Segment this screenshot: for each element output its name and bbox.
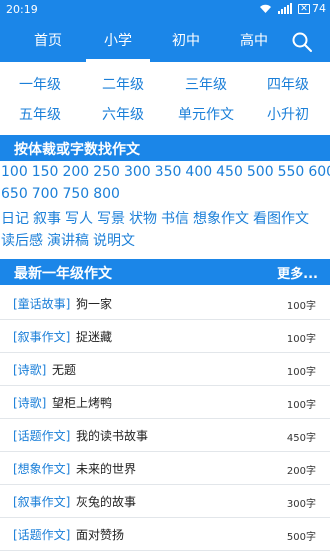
list-item[interactable]: [话题作文] 我的读书故事 450字 — [0, 419, 330, 452]
wifi-icon — [260, 4, 271, 13]
word-count-links-row2: 650 700 750 800 — [1, 186, 124, 202]
grade-link[interactable]: 五年级 — [0, 105, 80, 125]
word-count-links-row1: 100150200250300350400450500550600 — [1, 164, 330, 180]
list-item[interactable]: [叙事作文] 灰兔的故事 300字 — [0, 485, 330, 518]
word-count-link[interactable]: 200 — [62, 164, 89, 180]
grade-link[interactable]: 四年级 — [248, 75, 328, 95]
word-count-link[interactable]: 150 — [32, 164, 59, 180]
filter-header: 按体裁或字数找作文 — [0, 135, 330, 161]
article-category: [诗歌] — [13, 363, 47, 377]
article-title: 无题 — [52, 363, 77, 377]
word-count-link[interactable]: 750 — [62, 186, 89, 202]
article-title: 灰兔的故事 — [76, 495, 137, 509]
word-count-link[interactable]: 700 — [32, 186, 59, 202]
article-word-count: 100字 — [286, 334, 316, 345]
word-count-link[interactable]: 500 — [247, 164, 274, 180]
word-count-link[interactable]: 100 — [1, 164, 28, 180]
genre-link[interactable]: 读后感 — [1, 233, 43, 249]
status-bar: 20:19 ✕ 74 — [0, 0, 330, 21]
word-count-link[interactable]: 800 — [93, 186, 120, 202]
article-word-count: 500字 — [286, 532, 316, 543]
list-item[interactable]: [诗歌] 望柜上烤鸭 100字 — [0, 386, 330, 419]
genre-link[interactable]: 说明文 — [93, 233, 135, 249]
genre-link[interactable]: 状物 — [129, 211, 157, 227]
article-category: [想象作文] — [13, 462, 71, 476]
genre-links-row1: 日记 叙事 写人 写景 状物 书信 想象作文 看图作文 — [1, 208, 313, 228]
word-count-link[interactable]: 650 — [1, 186, 28, 202]
article-category: [童话故事] — [13, 297, 71, 311]
list-item[interactable]: [叙事作文] 捉迷藏 100字 — [0, 320, 330, 353]
article-word-count: 200字 — [286, 466, 316, 477]
genre-link[interactable]: 演讲稿 — [47, 233, 89, 249]
list-item[interactable]: [诗歌] 无题 100字 — [0, 353, 330, 386]
battery-level: 74 — [312, 2, 326, 15]
article-word-count: 300字 — [286, 499, 316, 510]
genre-link[interactable]: 写景 — [97, 211, 125, 227]
grade-link[interactable]: 三年级 — [166, 75, 246, 95]
notification-icon: ✕ — [298, 3, 310, 14]
top-nav: 首页 小学 初中 高中 — [0, 21, 330, 62]
status-icons: ✕ 74 — [259, 2, 326, 15]
filter-title: 按体裁或字数找作文 — [14, 142, 140, 158]
word-count-link[interactable]: 300 — [124, 164, 151, 180]
article-word-count: 100字 — [286, 301, 316, 312]
grade-link[interactable]: 一年级 — [0, 75, 80, 95]
genre-link[interactable]: 叙事 — [33, 211, 61, 227]
latest-header: 最新一年级作文 更多... — [0, 259, 330, 285]
article-word-count: 100字 — [286, 400, 316, 411]
article-category: [叙事作文] — [13, 495, 71, 509]
article-category: [话题作文] — [13, 429, 71, 443]
genre-link[interactable]: 想象作文 — [193, 211, 249, 227]
genre-link[interactable]: 看图作文 — [253, 211, 309, 227]
genre-link[interactable]: 书信 — [161, 211, 189, 227]
status-time: 20:19 — [6, 3, 38, 16]
list-item[interactable]: [想象作文] 未来的世界 200字 — [0, 452, 330, 485]
tab-middle-school[interactable]: 初中 — [160, 21, 212, 62]
word-count-link[interactable]: 450 — [216, 164, 243, 180]
genre-links-row2: 读后感 演讲稿 说明文 — [1, 230, 139, 250]
article-title: 狗一家 — [76, 297, 113, 311]
word-count-link[interactable]: 400 — [185, 164, 212, 180]
article-category: [诗歌] — [13, 396, 47, 410]
search-icon[interactable] — [291, 31, 313, 53]
article-word-count: 100字 — [286, 367, 316, 378]
genre-link[interactable]: 日记 — [1, 211, 29, 227]
article-title: 望柜上烤鸭 — [52, 396, 113, 410]
article-title: 面对赞扬 — [76, 528, 125, 542]
article-category: [叙事作文] — [13, 330, 71, 344]
battery-indicator: ✕ 74 — [298, 2, 326, 15]
list-item[interactable]: [话题作文] 面对赞扬 500字 — [0, 518, 330, 551]
tab-high-school[interactable]: 高中 — [228, 21, 280, 62]
article-title: 捉迷藏 — [76, 330, 113, 344]
word-count-link[interactable]: 600 — [308, 164, 330, 180]
article-title: 未来的世界 — [76, 462, 137, 476]
list-item[interactable]: [童话故事] 狗一家 100字 — [0, 287, 330, 320]
word-count-link[interactable]: 250 — [93, 164, 120, 180]
grade-link[interactable]: 单元作文 — [166, 105, 246, 125]
genre-link[interactable]: 写人 — [65, 211, 93, 227]
article-title: 我的读书故事 — [76, 429, 149, 443]
grade-link[interactable]: 小升初 — [248, 105, 328, 125]
grade-link[interactable]: 二年级 — [83, 75, 163, 95]
latest-title: 最新一年级作文 — [14, 266, 112, 282]
signal-icon — [278, 3, 292, 14]
article-word-count: 450字 — [286, 433, 316, 444]
word-count-link[interactable]: 550 — [278, 164, 305, 180]
word-count-link[interactable]: 350 — [155, 164, 182, 180]
tab-primary-school[interactable]: 小学 — [86, 21, 150, 62]
tab-home[interactable]: 首页 — [22, 21, 74, 62]
article-category: [话题作文] — [13, 528, 71, 542]
grade-link[interactable]: 六年级 — [83, 105, 163, 125]
more-link[interactable]: 更多... — [277, 263, 318, 282]
